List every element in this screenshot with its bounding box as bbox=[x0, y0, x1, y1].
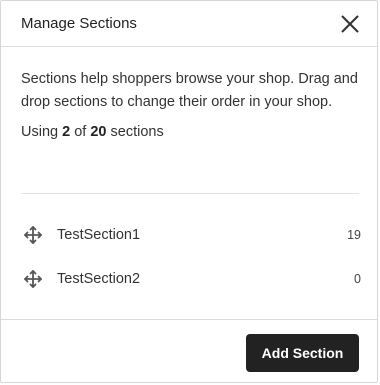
usage-total-count: 20 bbox=[90, 124, 107, 140]
body-divider bbox=[21, 193, 359, 194]
usage-used-count: 2 bbox=[62, 124, 71, 140]
section-item-count: 0 bbox=[354, 272, 361, 286]
section-row-testsection2[interactable]: TestSection2 0 bbox=[21, 266, 361, 292]
sections-usage: Using 2 of 20 sections bbox=[21, 124, 359, 140]
section-name: TestSection2 bbox=[57, 271, 141, 287]
dialog-header: Manage Sections bbox=[1, 1, 377, 47]
section-item-count: 19 bbox=[347, 228, 361, 242]
drag-handle-icon[interactable] bbox=[21, 223, 45, 247]
section-row-testsection1[interactable]: TestSection1 19 bbox=[21, 222, 361, 248]
usage-prefix: Using bbox=[21, 124, 63, 140]
add-section-button[interactable]: Add Section bbox=[246, 334, 359, 372]
close-icon bbox=[341, 15, 359, 33]
dialog-body: Sections help shoppers browse your shop.… bbox=[21, 68, 359, 140]
drag-handle-icon[interactable] bbox=[21, 267, 45, 291]
usage-middle: of bbox=[70, 124, 91, 140]
close-button[interactable] bbox=[339, 13, 361, 35]
dialog-footer: Add Section bbox=[1, 319, 377, 384]
manage-sections-dialog: Manage Sections Sections help shoppers b… bbox=[0, 0, 378, 383]
usage-suffix: sections bbox=[106, 124, 164, 140]
section-name: TestSection1 bbox=[57, 227, 141, 243]
sections-description: Sections help shoppers browse your shop.… bbox=[21, 71, 358, 110]
dialog-title: Manage Sections bbox=[21, 15, 137, 32]
